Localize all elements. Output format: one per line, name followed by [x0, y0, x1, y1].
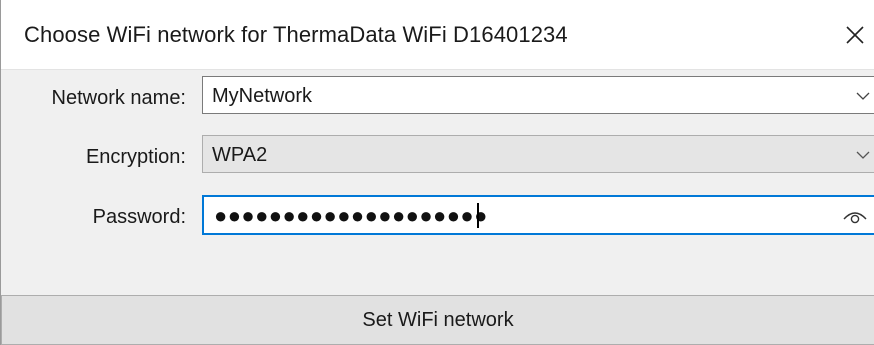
title-bar: Choose WiFi network for ThermaData WiFi …: [1, 0, 874, 70]
wifi-dialog: Choose WiFi network for ThermaData WiFi …: [0, 0, 874, 345]
close-button[interactable]: [823, 0, 874, 70]
password-input[interactable]: ●●●●●●●●●●●●●●●●●●●●: [202, 195, 874, 235]
window-title: Choose WiFi network for ThermaData WiFi …: [24, 22, 568, 47]
set-wifi-network-label: Set WiFi network: [362, 309, 514, 331]
encryption-select[interactable]: WPA2: [202, 135, 874, 173]
chevron-down-icon[interactable]: [856, 91, 870, 101]
password-masked-value: ●●●●●●●●●●●●●●●●●●●●: [214, 203, 488, 228]
encryption-label: Encryption:: [85, 146, 186, 168]
close-icon: [846, 26, 864, 44]
network-name-value: MyNetwork: [212, 85, 313, 107]
chevron-down-icon[interactable]: [856, 150, 870, 160]
eye-icon[interactable]: [842, 209, 868, 225]
encryption-value: WPA2: [212, 144, 268, 166]
network-name-label: Network name:: [51, 87, 187, 109]
text-caret: [477, 203, 479, 228]
password-label: Password:: [92, 206, 186, 228]
set-wifi-network-button[interactable]: Set WiFi network: [1, 295, 874, 345]
network-name-combobox[interactable]: MyNetwork: [202, 76, 874, 114]
